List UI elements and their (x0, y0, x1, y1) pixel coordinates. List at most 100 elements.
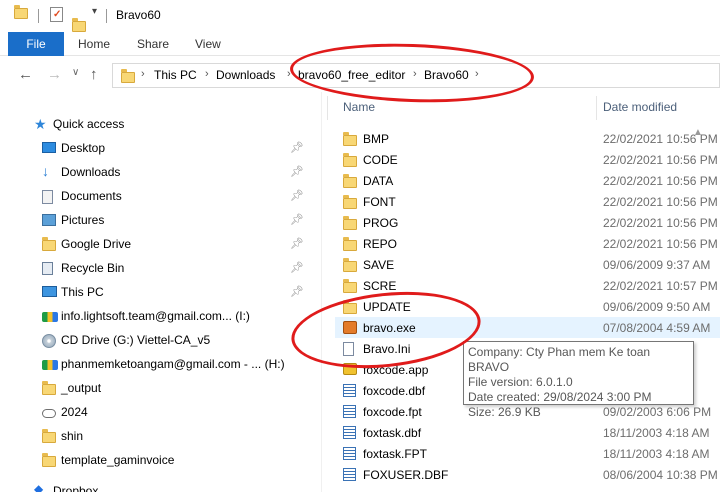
file-row[interactable]: BMP 22/02/2021 10:56 PM (335, 128, 720, 149)
folder-icon (14, 5, 28, 19)
chevron-right-icon: › (205, 68, 209, 80)
up-arrow-icon[interactable]: ↑ (90, 66, 98, 83)
star-icon: ★ (34, 116, 47, 132)
nav-item-label: Quick access (53, 117, 125, 131)
file-name: UPDATE (363, 300, 411, 314)
forward-arrow-icon[interactable]: → (47, 66, 62, 83)
tab-view[interactable]: View (195, 32, 221, 56)
file-row[interactable]: CODE 22/02/2021 10:56 PM (335, 149, 720, 170)
recent-locations-icon[interactable]: ∨ (72, 67, 79, 78)
file-date: 22/02/2021 10:56 PM (603, 237, 718, 251)
file-date: 18/11/2003 4:18 AM (603, 426, 710, 440)
file-row[interactable]: bravo.exe 07/08/2004 4:59 AM (335, 317, 720, 338)
navigation-pane: ★ Quick access Desktop 📌︎ ↓ Downloads 📌︎… (0, 92, 322, 492)
customize-toolbar-icon[interactable]: ▾ (92, 6, 97, 17)
file-row[interactable]: DATA 22/02/2021 10:56 PM (335, 170, 720, 191)
file-name: foxcode.app (363, 363, 429, 377)
folder-icon (343, 258, 357, 272)
nav-item-output[interactable]: _output (0, 377, 310, 401)
file-name: SAVE (363, 258, 395, 272)
file-row[interactable]: FONT 22/02/2021 10:56 PM (335, 191, 720, 212)
dropbox-icon: ◆ (34, 482, 44, 492)
file-row[interactable]: PROG 22/02/2021 10:56 PM (335, 212, 720, 233)
nav-item-recycle-bin[interactable]: Recycle Bin 📌︎ (0, 257, 310, 281)
exe-icon (343, 321, 357, 334)
folder-icon (343, 300, 357, 314)
nav-item-downloads[interactable]: ↓ Downloads 📌︎ (0, 161, 310, 185)
nav-item-this-pc[interactable]: This PC 📌︎ (0, 281, 310, 305)
file-row[interactable]: SCRE 22/02/2021 10:57 PM (335, 275, 720, 296)
file-name: FONT (363, 195, 396, 209)
breadcrumb-bravo60-free-editor[interactable]: bravo60_free_editor (298, 68, 405, 82)
nav-item-label: Documents (61, 189, 122, 203)
breadcrumb-downloads[interactable]: Downloads (216, 68, 275, 82)
folder-icon (343, 279, 357, 293)
pin-icon: 📌︎ (290, 286, 304, 298)
nav-item-documents[interactable]: Documents 📌︎ (0, 185, 310, 209)
file-date: 09/06/2009 9:37 AM (603, 258, 711, 272)
properties-icon[interactable]: ✓ (50, 7, 63, 22)
column-header-name[interactable]: Name (343, 100, 375, 114)
new-folder-icon[interactable] (72, 18, 86, 32)
file-name: FOXUSER.DBF (363, 468, 449, 482)
dbf-file-icon (343, 447, 356, 460)
download-icon: ↓ (42, 163, 49, 179)
folder-icon (343, 195, 357, 209)
cd-drive-icon (42, 334, 56, 348)
dbf-file-icon (343, 468, 356, 481)
nav-item-drive-h[interactable]: phanmemketoangam@gmail.com - ... (H:) (0, 353, 310, 377)
pin-icon: 📌︎ (290, 190, 304, 202)
nav-item-label: This PC (61, 285, 104, 299)
breadcrumb-bravo60[interactable]: Bravo60 (424, 68, 469, 82)
nav-item-dropbox[interactable]: ◆ Dropbox (0, 480, 310, 492)
google-drive-icon (42, 360, 58, 370)
folder-icon (343, 237, 357, 251)
nav-item-2024[interactable]: 2024 (0, 401, 310, 425)
nav-item-label: CD Drive (G:) Viettel-CA_v5 (61, 333, 211, 347)
nav-item-desktop[interactable]: Desktop 📌︎ (0, 137, 310, 161)
tab-file[interactable]: File (8, 32, 64, 56)
folder-icon (42, 237, 56, 251)
file-name: foxtask.FPT (363, 447, 428, 461)
file-name: BMP (363, 132, 390, 146)
address-bar[interactable]: › This PC › Downloads › bravo60_free_edi… (112, 63, 720, 88)
file-info-tooltip: Company: Cty Phan mem Ke toan BRAVO File… (463, 341, 694, 419)
nav-item-quick-access[interactable]: ★ Quick access (0, 113, 310, 137)
chevron-right-icon: › (413, 68, 417, 80)
documents-icon (42, 190, 53, 204)
file-row[interactable]: SAVE 09/06/2009 9:37 AM (335, 254, 720, 275)
pin-icon: 📌︎ (290, 214, 304, 226)
nav-item-shin[interactable]: shin (0, 425, 310, 449)
file-row[interactable]: foxtask.dbf 18/11/2003 4:18 AM (335, 422, 720, 443)
file-name: foxcode.fpt (363, 405, 422, 419)
file-name: Bravo.Ini (363, 342, 411, 356)
nav-item-pictures[interactable]: Pictures 📌︎ (0, 209, 310, 233)
back-arrow-icon[interactable]: ← (18, 66, 33, 83)
nav-item-label: 2024 (61, 405, 88, 419)
nav-item-template-gaminvoice[interactable]: template_gaminvoice (0, 449, 310, 473)
file-row[interactable]: FOXUSER.DBF 08/06/2004 10:38 PM (335, 464, 720, 485)
folder-icon (343, 153, 357, 167)
file-row[interactable]: foxtask.FPT 18/11/2003 4:18 AM (335, 443, 720, 464)
column-header-date-modified[interactable]: Date modified (603, 100, 677, 114)
file-name: SCRE (363, 279, 397, 293)
folder-icon (343, 132, 357, 146)
file-row[interactable]: UPDATE 09/06/2009 9:50 AM (335, 296, 720, 317)
file-date: 22/02/2021 10:57 PM (603, 279, 718, 293)
nav-item-label: Recycle Bin (61, 261, 125, 275)
folder-icon (42, 381, 56, 395)
nav-item-drive-i[interactable]: info.lightsoft.team@gmail.com... (I:) (0, 305, 310, 329)
tab-home[interactable]: Home (78, 32, 110, 56)
file-name: PROG (363, 216, 399, 230)
file-name: bravo.exe (363, 321, 416, 335)
breadcrumb-this-pc[interactable]: This PC (154, 68, 197, 82)
file-row[interactable]: REPO 22/02/2021 10:56 PM (335, 233, 720, 254)
nav-item-label: _output (61, 381, 102, 395)
tab-share[interactable]: Share (137, 32, 169, 56)
nav-item-google-drive[interactable]: Google Drive 📌︎ (0, 233, 310, 257)
pin-icon: 📌︎ (290, 262, 304, 274)
pin-icon: 📌︎ (290, 142, 304, 154)
nav-item-cd-drive[interactable]: CD Drive (G:) Viettel-CA_v5 (0, 329, 310, 353)
dbf-file-icon (343, 384, 356, 397)
file-date: 22/02/2021 10:56 PM (603, 195, 718, 209)
